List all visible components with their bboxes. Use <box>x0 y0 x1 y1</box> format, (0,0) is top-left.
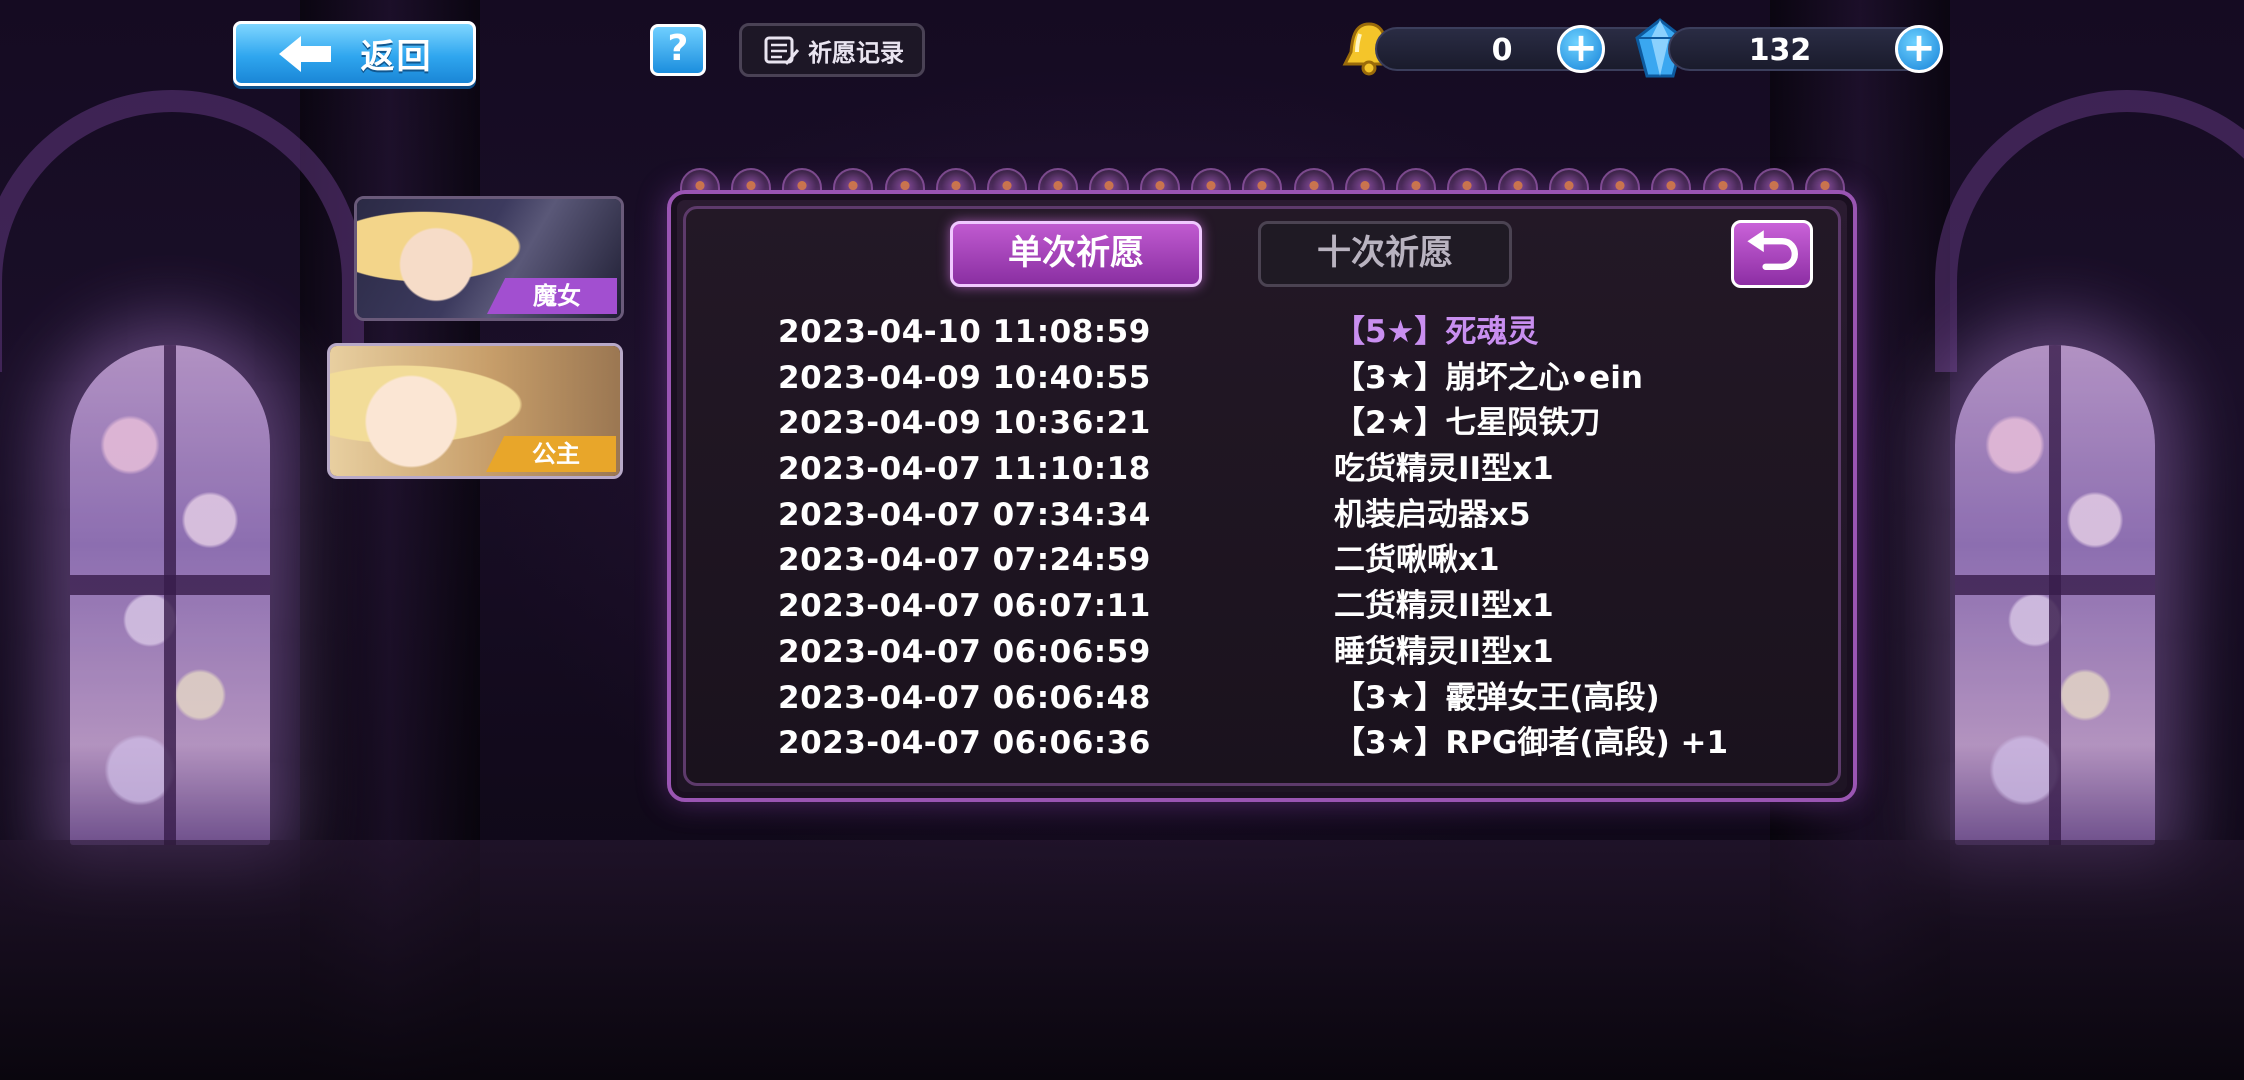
record-time: 2023-04-07 06:06:59 <box>778 633 1151 670</box>
tab-ten-wish[interactable]: 十次祈愿 <box>1258 221 1512 287</box>
record-item: 【2★】七星陨铁刀 <box>1334 405 1601 442</box>
arrow-left-icon <box>278 35 331 72</box>
floor <box>0 840 2244 1080</box>
record-item: 二货啾啾x1 <box>1334 542 1500 579</box>
record-time: 2023-04-09 10:40:55 <box>778 359 1151 396</box>
record-row: 2023-04-07 06:07:11 二货精灵II型x1 <box>778 584 1788 630</box>
record-row: 2023-04-09 10:36:21 【2★】七星陨铁刀 <box>778 401 1788 447</box>
help-button[interactable]: ? <box>650 24 706 76</box>
witch-tag: 魔女 <box>487 278 617 314</box>
record-item: 【3★】崩坏之心•ein <box>1334 359 1643 396</box>
right-stained-glass-window <box>1955 345 2155 845</box>
record-time: 2023-04-07 06:06:48 <box>778 679 1151 716</box>
tab-single-wish[interactable]: 单次祈愿 <box>950 221 1202 287</box>
question-icon: ? <box>667 28 689 69</box>
record-row: 2023-04-07 07:34:34 机装启动器x5 <box>778 493 1788 539</box>
record-item: 【3★】霰弹女王(高段) <box>1334 679 1660 716</box>
record-item: 【3★】RPG御者(高段) +1 <box>1334 725 1729 762</box>
wish-record-button[interactable]: 祈愿记录 <box>739 23 925 77</box>
record-time: 2023-04-07 07:24:59 <box>778 542 1151 579</box>
add-bell-button[interactable]: + <box>1557 25 1605 73</box>
record-item: 睡货精灵II型x1 <box>1334 633 1554 670</box>
left-stained-glass-window <box>70 345 270 845</box>
record-row: 2023-04-07 11:10:18 吃货精灵II型x1 <box>778 447 1788 493</box>
crystal-currency-bar: 132 + <box>1668 25 1943 73</box>
undo-arrow-icon <box>1747 230 1798 270</box>
character-card-princess[interactable]: 公主 <box>327 343 623 479</box>
record-time: 2023-04-07 06:06:36 <box>778 725 1151 762</box>
record-row: 2023-04-07 06:06:36 【3★】RPG御者(高段) +1 <box>778 721 1788 767</box>
wish-record-label: 祈愿记录 <box>808 38 904 67</box>
record-item: 二货精灵II型x1 <box>1334 588 1554 625</box>
record-item: 吃货精灵II型x1 <box>1334 451 1554 488</box>
back-button-label: 返回 <box>360 37 433 77</box>
record-row: 2023-04-07 07:24:59 二货啾啾x1 <box>778 538 1788 584</box>
scroll-record-icon <box>764 36 800 65</box>
record-time: 2023-04-07 07:34:34 <box>778 496 1151 533</box>
character-card-witch[interactable]: 魔女 <box>354 196 624 321</box>
record-time: 2023-04-09 10:36:21 <box>778 405 1151 442</box>
back-button[interactable]: 返回 <box>233 21 476 86</box>
return-button[interactable] <box>1731 220 1813 288</box>
record-row: 2023-04-09 10:40:55 【3★】崩坏之心•ein <box>778 356 1788 402</box>
record-item: 机装启动器x5 <box>1334 496 1531 533</box>
princess-tag: 公主 <box>486 436 616 472</box>
bell-currency-bar: 0 + <box>1375 25 1675 73</box>
record-row: 2023-04-07 06:06:48 【3★】霰弹女王(高段) <box>778 676 1788 722</box>
add-crystal-button[interactable]: + <box>1895 25 1943 73</box>
wish-record-list: 2023-04-10 11:08:59 【5★】死魂灵 2023-04-09 1… <box>778 310 1788 767</box>
record-row: 2023-04-10 11:08:59 【5★】死魂灵 <box>778 310 1788 356</box>
record-time: 2023-04-07 11:10:18 <box>778 451 1151 488</box>
record-row: 2023-04-07 06:06:59 睡货精灵II型x1 <box>778 630 1788 676</box>
record-time: 2023-04-10 11:08:59 <box>778 314 1151 350</box>
crystal-count: 132 <box>1748 33 1812 68</box>
record-item: 【5★】死魂灵 <box>1334 314 1539 350</box>
record-time: 2023-04-07 06:07:11 <box>778 588 1151 625</box>
